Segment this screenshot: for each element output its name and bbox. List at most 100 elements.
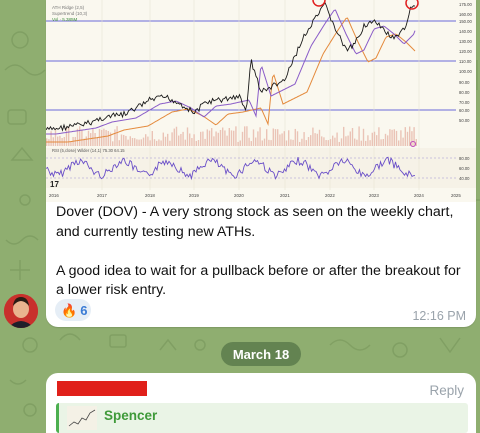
volume-bar bbox=[138, 139, 140, 146]
volume-bar bbox=[255, 137, 257, 146]
volume-bar bbox=[162, 132, 164, 146]
time-axis-label: 2020 bbox=[234, 193, 244, 198]
volume-bar bbox=[208, 130, 211, 146]
volume-bar bbox=[59, 135, 61, 146]
volume-bar bbox=[321, 136, 323, 146]
time-axis-label: 2019 bbox=[189, 193, 199, 198]
volume-bar bbox=[114, 129, 116, 146]
quoted-author: Spencer bbox=[104, 408, 158, 423]
volume-bar bbox=[101, 129, 103, 146]
reply-link[interactable]: Reply bbox=[429, 383, 464, 398]
avatar[interactable] bbox=[4, 294, 38, 328]
volume-bar bbox=[222, 127, 224, 146]
svg-text:17: 17 bbox=[50, 180, 59, 189]
volume-bar bbox=[332, 135, 334, 146]
volume-bar bbox=[125, 135, 127, 146]
volume-bar bbox=[167, 133, 169, 146]
date-separator: March 18 bbox=[221, 342, 301, 366]
volume-bar bbox=[314, 133, 316, 146]
time-axis-label: 2025 bbox=[451, 193, 461, 198]
time-axis-label: 2018 bbox=[145, 193, 155, 198]
volume-bar bbox=[327, 140, 329, 146]
volume-bar bbox=[387, 135, 389, 146]
volume-bar bbox=[373, 131, 376, 146]
volume-bar bbox=[312, 127, 314, 146]
volume-bar bbox=[340, 138, 343, 146]
price-axis-label: 70.00 bbox=[459, 100, 470, 105]
volume-bar bbox=[54, 129, 57, 146]
volume-bar bbox=[329, 139, 332, 146]
volume-bar bbox=[303, 132, 305, 146]
volume-bar bbox=[68, 126, 70, 146]
volume-bar bbox=[391, 129, 393, 146]
volume-bar bbox=[402, 137, 404, 146]
price-axis-label: 90.00 bbox=[459, 80, 470, 85]
volume-bar bbox=[160, 140, 162, 146]
volume-bar bbox=[404, 127, 406, 146]
message-bubble[interactable]: ATH Ridge (2,5) Supertrend (10,3) Vol · … bbox=[46, 0, 476, 327]
volume-bar bbox=[365, 140, 367, 146]
volume-bar bbox=[411, 131, 413, 146]
volume-bar bbox=[244, 126, 246, 146]
volume-bar bbox=[367, 135, 369, 146]
volume-bar bbox=[393, 129, 395, 146]
volume-bar bbox=[158, 139, 160, 146]
volume-bar bbox=[362, 128, 365, 146]
volume-bar bbox=[252, 129, 255, 146]
volume-bar bbox=[250, 141, 252, 146]
stock-chart: ATH Ridge (2,5) Supertrend (10,3) Vol · … bbox=[46, 0, 476, 202]
volume-bar bbox=[153, 139, 156, 146]
price-axis-label: 100.00 bbox=[459, 69, 472, 74]
volume-bar bbox=[233, 130, 235, 146]
volume-bar bbox=[65, 127, 68, 146]
price-axis-label: 50.00 bbox=[459, 118, 470, 123]
volume-bar bbox=[96, 137, 98, 146]
volume-bar bbox=[147, 136, 149, 146]
volume-bar bbox=[151, 131, 153, 146]
volume-bar bbox=[277, 129, 279, 146]
volume-bar bbox=[246, 126, 248, 146]
volume-bar bbox=[186, 127, 189, 146]
volume-bar bbox=[384, 133, 387, 146]
volume-bar bbox=[228, 128, 230, 146]
rsi-legend: RSI (5,close) Wilder (14,1) 75.30 64.15 bbox=[52, 148, 125, 153]
volume-bar bbox=[413, 127, 415, 146]
volume-bar bbox=[358, 126, 360, 146]
volume-bar bbox=[343, 126, 345, 146]
time-axis-label: 2017 bbox=[97, 193, 107, 198]
message-paragraph-2: A good idea to wait for a pullback befor… bbox=[56, 262, 461, 299]
volume-bar bbox=[360, 140, 362, 146]
stock-chart-image[interactable]: ATH Ridge (2,5) Supertrend (10,3) Vol · … bbox=[46, 0, 476, 202]
volume-bar bbox=[103, 128, 105, 146]
volume-bar bbox=[318, 129, 321, 146]
reply-message-bubble[interactable]: Reply Spencer bbox=[46, 373, 476, 433]
volume-bar bbox=[354, 138, 356, 146]
volume-bar bbox=[118, 140, 120, 146]
volume-bar bbox=[261, 140, 263, 146]
volume-bar bbox=[184, 139, 186, 146]
chart-legend-2: Supertrend (10,3) bbox=[52, 11, 88, 16]
volume-bar bbox=[211, 128, 213, 146]
volume-bar bbox=[171, 132, 173, 146]
volume-bar bbox=[241, 131, 244, 146]
volume-bar bbox=[351, 128, 354, 146]
volume-bar bbox=[197, 140, 200, 146]
volume-bar bbox=[94, 133, 96, 146]
time-axis-label: 2022 bbox=[325, 193, 335, 198]
volume-bar bbox=[292, 139, 294, 146]
volume-bar bbox=[349, 131, 351, 146]
volume-bar bbox=[105, 130, 107, 146]
volume-bar bbox=[395, 130, 398, 146]
chart-legend-3: Vol · 5.385M bbox=[52, 17, 78, 22]
volume-bar bbox=[226, 135, 228, 146]
volume-bar bbox=[92, 128, 94, 146]
volume-bar bbox=[296, 131, 299, 146]
reaction-button[interactable]: 🔥 6 bbox=[55, 299, 91, 321]
price-axis-label: 150.00 bbox=[459, 19, 472, 24]
volume-bar bbox=[336, 132, 338, 146]
quoted-message[interactable]: Spencer bbox=[56, 403, 468, 433]
time-axis-label: 2016 bbox=[49, 193, 59, 198]
volume-bar bbox=[191, 138, 193, 146]
price-axis-label: 110.00 bbox=[459, 59, 472, 64]
volume-bar bbox=[272, 128, 274, 146]
